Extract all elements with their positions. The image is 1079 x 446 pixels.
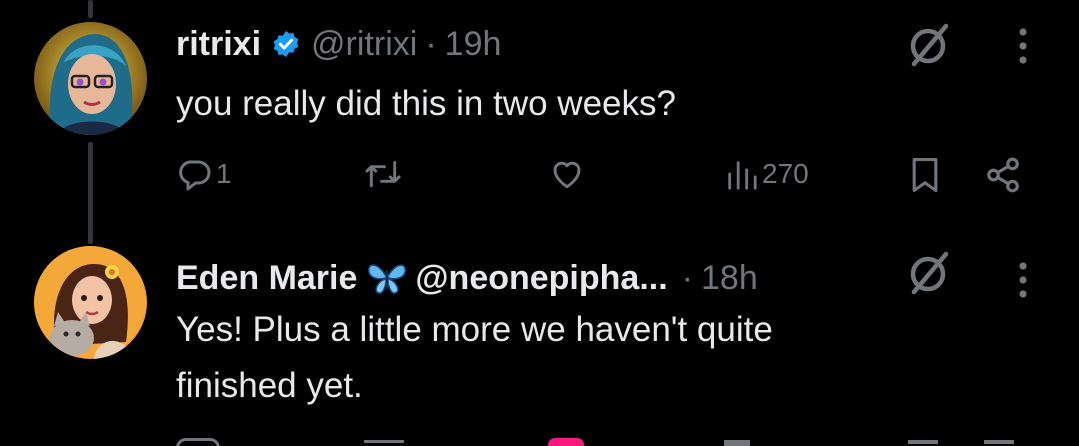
handle[interactable]: @neonepipha... (415, 258, 667, 298)
action-bar-partial (176, 438, 1036, 446)
verified-badge-icon (271, 29, 301, 59)
share-button[interactable] (984, 156, 1022, 194)
timestamp[interactable]: 19h (445, 24, 502, 64)
grok-icon[interactable] (906, 20, 954, 73)
display-name[interactable]: Eden Marie (176, 258, 357, 298)
avatar[interactable] (34, 246, 147, 359)
tweet-text: Yes! Plus a little more we haven't quite… (176, 306, 773, 410)
bookmark-button[interactable] (908, 156, 942, 194)
more-options-icon[interactable] (1016, 258, 1030, 307)
retweet-icon (365, 160, 401, 188)
tweet-text: you really did this in two weeks? (176, 84, 676, 123)
butterfly-emoji (365, 260, 409, 296)
reply-button[interactable]: 1 (176, 156, 232, 192)
views-chart-icon (728, 161, 757, 190)
display-name[interactable]: ritrixi (176, 24, 261, 64)
thread-line-top (88, 0, 93, 18)
avatar[interactable] (34, 22, 147, 135)
more-options-icon[interactable] (1016, 24, 1030, 73)
action-bar: 1 270 (176, 156, 1036, 202)
tweet-text-line: finished yet. (176, 366, 363, 405)
reply-count: 1 (216, 158, 232, 189)
separator: · (681, 259, 693, 297)
timestamp[interactable]: 18h (701, 258, 758, 298)
tweet-header: Eden Marie @neonepipha... · 18h (176, 258, 758, 298)
tweet-header: ritrixi @ritrixi · 19h (176, 24, 501, 64)
like-button[interactable] (548, 156, 590, 192)
avatar-image (34, 246, 147, 359)
retweet-button[interactable] (364, 156, 406, 192)
avatar-image (34, 22, 147, 135)
grok-icon[interactable] (906, 248, 954, 301)
handle[interactable]: @ritrixi (311, 24, 417, 64)
views-count: 270 (762, 158, 809, 189)
heart-icon (553, 161, 581, 189)
reply-icon (179, 160, 211, 191)
bookmark-icon (912, 158, 938, 192)
tweet-text-line: Yes! Plus a little more we haven't quite (176, 310, 773, 349)
share-icon (987, 157, 1019, 193)
thread-line-middle (88, 142, 93, 244)
views-button[interactable]: 270 (724, 156, 809, 192)
separator: · (425, 25, 437, 63)
